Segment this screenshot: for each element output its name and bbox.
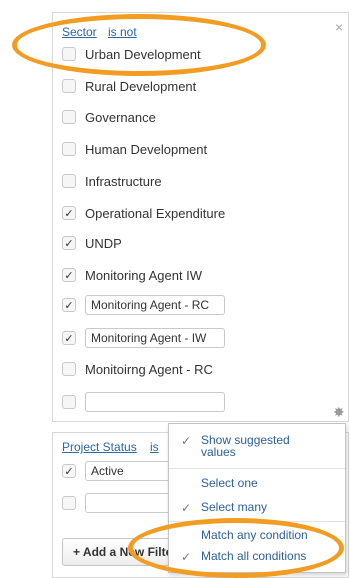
checkbox[interactable] [62, 110, 76, 124]
checkbox-checked[interactable]: ✓ [62, 236, 76, 250]
menu-item-match-any-condition[interactable]: Match any condition [169, 528, 345, 544]
option-monitoring-agent-rc[interactable]: ✓ Monitoring Agent - RC [62, 294, 225, 316]
option-monitoirng-agent-rc[interactable]: Monitoirng Agent - RC [62, 358, 213, 380]
menu-item-label: Show suggested values [201, 433, 290, 459]
option-governance[interactable]: Governance [62, 106, 156, 128]
checkbox-checked[interactable]: ✓ [62, 206, 76, 220]
option-label: Human Development [85, 141, 208, 157]
option-monitoring-agent-iw[interactable]: ✓ Monitoring Agent IW [62, 264, 202, 286]
checkbox[interactable] [62, 142, 76, 156]
option-label: Rural Development [85, 78, 197, 94]
option-label: Infrastructure [85, 173, 162, 189]
status-option-active[interactable]: ✓ Active [62, 460, 175, 482]
option-label: Governance [85, 109, 156, 125]
option-label: Monitoring Agent IW [85, 267, 203, 283]
checkbox-checked[interactable]: ✓ [62, 464, 76, 478]
checkbox[interactable] [62, 47, 76, 61]
option-label: Urban Development [85, 46, 201, 62]
checkbox[interactable] [62, 395, 76, 409]
option-rural-development[interactable]: Rural Development [62, 75, 196, 97]
menu-item-match-all-conditions[interactable]: ✓ Match all conditions [169, 549, 345, 565]
option-value-field[interactable]: Monitoring Agent - RC [85, 295, 225, 315]
menu-item-label: Select many [201, 500, 268, 514]
menu-divider [169, 468, 345, 469]
option-monitoring-agent-iw-2[interactable]: ✓ Monitoring Agent - IW [62, 327, 225, 349]
checkbox[interactable] [62, 174, 76, 188]
gear-icon[interactable]: ✸ [333, 404, 345, 421]
menu-item-label: Match any condition [201, 528, 308, 542]
status-option-new-value[interactable] [62, 492, 175, 514]
check-icon: ✓ [181, 434, 192, 448]
option-new-value[interactable] [62, 391, 225, 413]
option-label: Operational Expenditure [85, 205, 226, 221]
new-value-input[interactable] [85, 392, 225, 412]
checkbox-checked[interactable]: ✓ [62, 298, 76, 312]
add-new-filter-button[interactable]: + Add a New Filter [62, 538, 182, 566]
option-human-development[interactable]: Human Development [62, 138, 207, 160]
option-value-field[interactable]: Monitoring Agent - IW [85, 328, 225, 348]
checkbox[interactable] [62, 362, 76, 376]
menu-item-show-suggested-values[interactable]: ✓ Show suggested values [169, 433, 345, 463]
option-infrastructure[interactable]: Infrastructure [62, 170, 162, 192]
status-operator-link[interactable]: is [150, 440, 159, 454]
checkbox-checked[interactable]: ✓ [62, 268, 76, 282]
option-label: UNDP [85, 235, 122, 251]
option-operational-expenditure[interactable]: ✓ Operational Expenditure [62, 202, 225, 224]
menu-divider [169, 521, 345, 522]
menu-item-select-one[interactable]: Select one [169, 476, 345, 492]
menu-item-label: Select one [201, 476, 258, 490]
check-icon: ✓ [181, 501, 192, 515]
option-urban-development[interactable]: Urban Development [62, 43, 201, 65]
checkbox[interactable] [62, 79, 76, 93]
new-value-input[interactable] [85, 493, 175, 513]
status-field-link[interactable]: Project Status [62, 440, 137, 454]
option-undp[interactable]: ✓ UNDP [62, 232, 122, 254]
check-icon: ✓ [181, 550, 192, 564]
checkbox-checked[interactable]: ✓ [62, 331, 76, 345]
option-label: Monitoirng Agent - RC [85, 361, 213, 377]
checkbox[interactable] [62, 496, 76, 510]
sector-field-link[interactable]: Sector [62, 25, 97, 39]
menu-item-label: Match all conditions [201, 549, 307, 563]
close-icon[interactable]: × [335, 19, 343, 35]
menu-item-select-many[interactable]: ✓ Select many [169, 500, 345, 516]
option-value-field[interactable]: Active [85, 461, 175, 481]
filter-settings-menu: ✓ Show suggested values Select one ✓ Sel… [168, 423, 346, 573]
sector-operator-link[interactable]: is not [108, 25, 137, 39]
